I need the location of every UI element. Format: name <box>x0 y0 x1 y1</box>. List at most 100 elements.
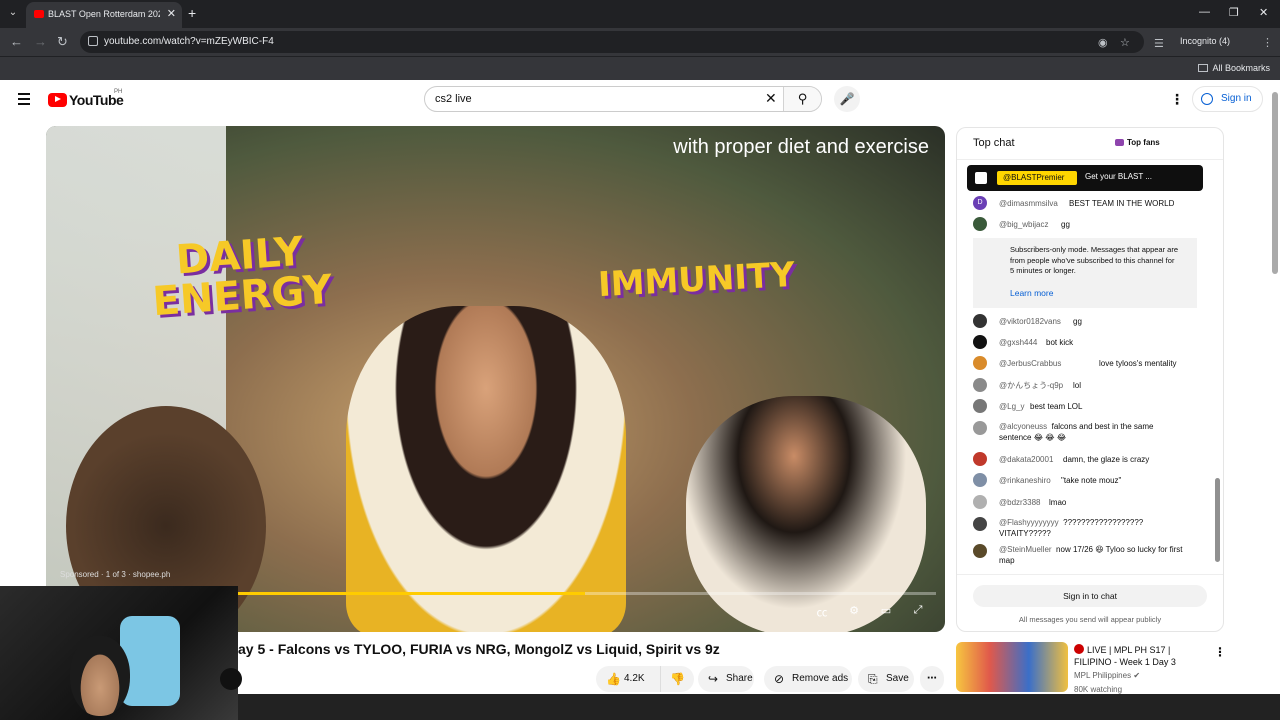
forward-icon[interactable]: → <box>34 34 47 49</box>
share-button[interactable]: ↪ Share <box>698 666 754 692</box>
chat-scrollbar[interactable] <box>1215 478 1220 562</box>
recommendation-thumbnail[interactable] <box>956 642 1068 692</box>
message-text: "take note mouz" <box>1061 476 1122 485</box>
remove-ads-button[interactable]: ⊘ Remove ads <box>764 666 852 692</box>
chat-header: Top chat Top fans <box>957 128 1223 160</box>
message-author: @dakata20001 <box>999 455 1054 464</box>
incognito-indicator[interactable]: Incognito (4) <box>1180 36 1230 46</box>
message-author: @alcyoneuss <box>999 422 1048 431</box>
avatar <box>973 356 987 370</box>
learn-more-link[interactable]: Learn more <box>1010 288 1053 298</box>
tab-close-icon[interactable]: ✕ <box>167 7 176 20</box>
chat-message[interactable]: @alcyoneuss falcons and best in the same… <box>973 419 1195 445</box>
recommendation-menu-icon[interactable]: ⋮ <box>1214 645 1226 659</box>
live-chat-panel: Top chat Top fans @BLASTPremier Get your… <box>956 127 1224 632</box>
message-author: @bdzr3388 <box>999 498 1041 507</box>
back-icon[interactable]: ← <box>10 34 23 49</box>
chat-message[interactable]: @Flashyyyyyyyy ?????????????????? VITAIT… <box>973 515 1195 539</box>
save-button[interactable]: ⎘ Save <box>858 666 914 692</box>
message-text: damn, the glaze is crazy <box>1063 455 1150 464</box>
avatar <box>973 517 987 531</box>
message-text: bot kick <box>1046 338 1074 347</box>
notice-text: Subscribers-only mode. Messages that app… <box>1010 245 1179 275</box>
message-author: @SteinMueller <box>999 545 1052 554</box>
site-info-icon[interactable] <box>88 36 98 46</box>
dislike-button[interactable]: 👎 <box>660 666 694 692</box>
fullscreen-icon[interactable]: ⤢ <box>910 604 926 618</box>
clear-search-icon[interactable]: ✕ <box>765 90 777 107</box>
bottom-dark-strip <box>238 694 1280 720</box>
avatar <box>973 378 987 392</box>
thumbs-up-icon: 👍 <box>606 672 621 686</box>
like-button[interactable]: 👍 4.2K <box>596 666 660 692</box>
top-fans-button[interactable]: Top fans <box>1115 138 1160 147</box>
url-text: youtube.com/watch?v=mZEyWBIC-F4 <box>104 36 274 47</box>
sign-in-to-chat-button[interactable]: Sign in to chat <box>973 585 1207 607</box>
recommendation-title-text: LIVE | MPL PH S17 | FILIPINO - Week 1 Da… <box>1074 645 1176 667</box>
settings-gear-icon[interactable]: ⚙ <box>846 604 862 618</box>
menu-icon[interactable] <box>18 93 30 105</box>
youtube-logo[interactable]: YouTube PH <box>48 89 124 109</box>
settings-kebab-icon[interactable]: ⋮ <box>1170 91 1184 108</box>
subscribers-only-notice: Subscribers-only mode. Messages that app… <box>973 238 1197 308</box>
tab-search-icon[interactable]: ⌄ <box>4 4 22 22</box>
top-chat-dropdown[interactable]: Top chat <box>973 137 1015 149</box>
youtube-favicon-icon <box>34 10 44 18</box>
block-icon: ⊘ <box>774 672 785 686</box>
remove-ads-label: Remove ads <box>792 673 849 684</box>
recommendation-title[interactable]: LIVE | MPL PH S17 | FILIPINO - Week 1 Da… <box>1074 644 1204 668</box>
message-author: @dimasmmsilva <box>999 199 1058 208</box>
message-author: @JerbusCrabbus <box>999 359 1062 368</box>
new-tab-icon[interactable]: + <box>188 5 196 21</box>
avatar <box>973 452 987 466</box>
all-bookmarks[interactable]: All Bookmarks <box>1198 63 1270 73</box>
video-player[interactable]: with proper diet and exercise DAILY ENER… <box>46 126 945 632</box>
recommendation-channel-text: MPL Philippines <box>1074 671 1132 680</box>
browser-menu-icon[interactable]: ⋮ <box>1262 36 1273 49</box>
voice-search-icon[interactable]: 🎤 <box>834 86 860 112</box>
share-label: Share <box>726 673 753 684</box>
message-text: love tyloos's mentality <box>1099 359 1177 368</box>
ad-person-center <box>346 306 626 632</box>
minimize-icon[interactable]: — <box>1199 6 1210 18</box>
message-text: BEST TEAM IN THE WORLD <box>1069 199 1175 208</box>
avatar <box>973 495 987 509</box>
eye-off-icon[interactable]: ◉ <box>1098 36 1108 49</box>
avatar <box>973 217 987 231</box>
avatar <box>973 473 987 487</box>
share-icon: ↪ <box>708 672 719 686</box>
more-actions-icon[interactable]: ⋯ <box>920 666 944 692</box>
search-box[interactable]: cs2 live ✕ ⚲ <box>424 86 822 112</box>
bookmark-star-icon[interactable]: ☆ <box>1120 36 1130 49</box>
theater-mode-icon[interactable]: ▭ <box>878 604 894 618</box>
channel-avatar[interactable] <box>220 668 242 690</box>
reload-icon[interactable]: ↻ <box>57 34 68 50</box>
top-fans-icon <box>1115 139 1124 146</box>
sponsored-label[interactable]: Sponsored · 1 of 3 · shopee.ph <box>60 570 170 579</box>
incognito-label: Incognito (4) <box>1180 36 1231 46</box>
page-scrollbar[interactable] <box>1272 92 1278 274</box>
recommendation-channel[interactable]: MPL Philippines ✔ <box>1074 671 1140 680</box>
chat-message[interactable]: @SteinMueller now 17/26 😆 Tyloo so lucky… <box>973 542 1195 566</box>
save-label: Save <box>886 673 909 684</box>
thumbs-down-icon: 👎 <box>670 672 685 686</box>
webcam-overlay <box>0 586 238 720</box>
close-window-icon[interactable]: ✕ <box>1259 6 1268 19</box>
webcam-chair <box>120 616 180 706</box>
avatar <box>973 335 987 349</box>
search-input[interactable]: cs2 live <box>435 93 472 105</box>
omnibox[interactable]: youtube.com/watch?v=mZEyWBIC-F4 ◉ ☆ <box>80 31 1144 53</box>
captions-icon[interactable]: ㏄ <box>814 604 830 619</box>
browser-tab[interactable]: BLAST Open Rotterdam 2026, D ✕ <box>26 2 182 28</box>
message-author: @かんちょう-q9p <box>999 381 1064 390</box>
pinned-message[interactable]: @BLASTPremier Get your BLAST ... <box>967 165 1203 191</box>
search-button[interactable]: ⚲ <box>783 87 821 111</box>
restore-icon[interactable]: ❐ <box>1229 6 1239 19</box>
pinned-author: @BLASTPremier <box>997 171 1077 185</box>
sign-in-button[interactable]: Sign in <box>1192 86 1263 112</box>
tab-search-list-icon[interactable]: ☰ <box>1154 37 1164 50</box>
ad-word-daily-energy: DAILY ENERGY <box>151 228 334 326</box>
bookmark-icon: ⎘ <box>868 672 878 686</box>
ad-word-immunity: IMMUNITY <box>597 254 796 306</box>
avatar <box>973 421 987 435</box>
